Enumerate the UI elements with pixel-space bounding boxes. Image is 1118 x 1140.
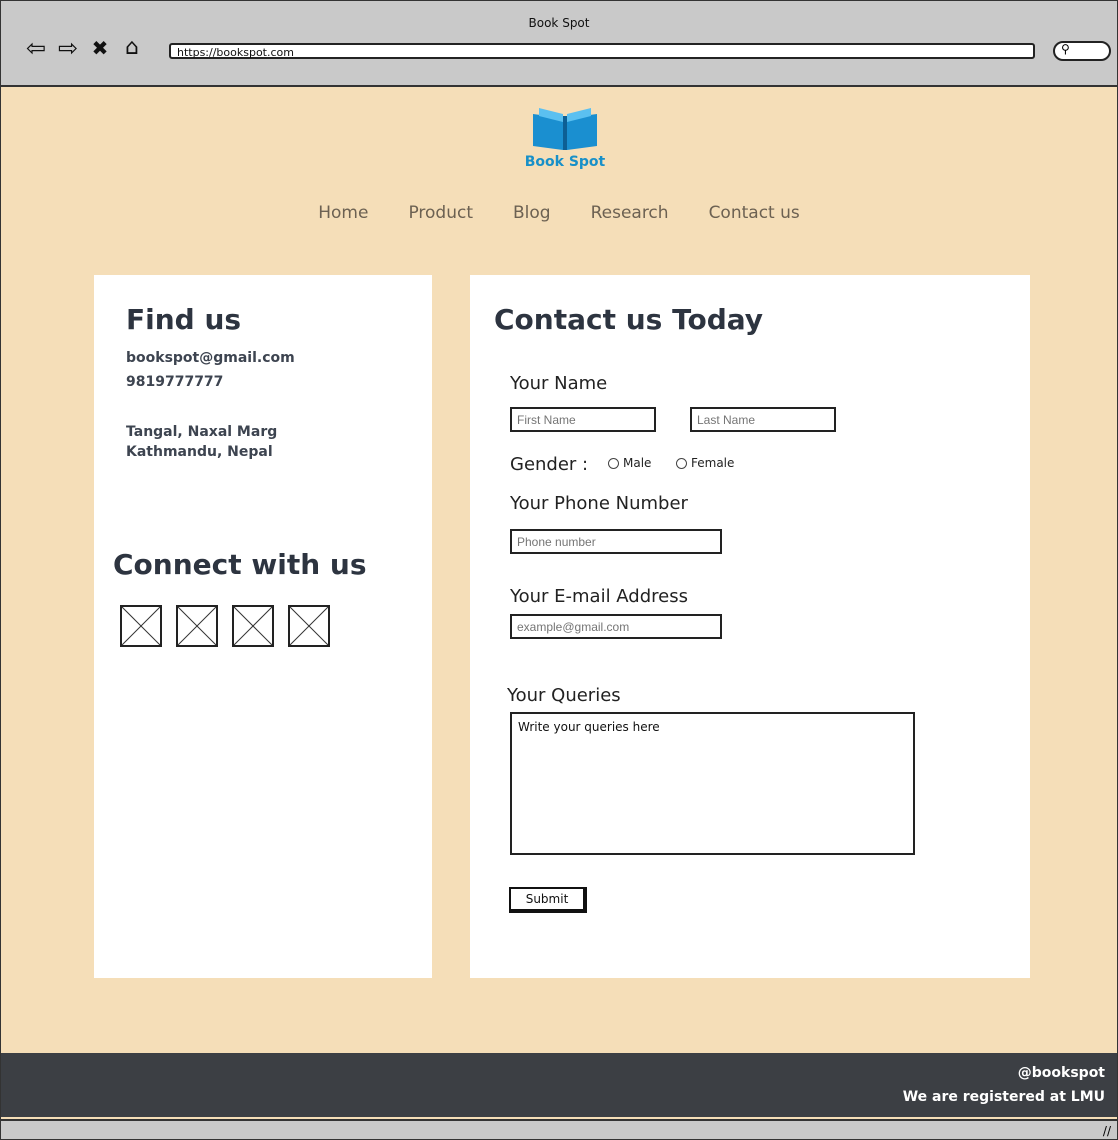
find-us-title: Find us [126,303,242,336]
nav-contact[interactable]: Contact us [709,203,800,223]
site-logo[interactable]: Book Spot [515,106,615,176]
email-input[interactable] [510,614,722,639]
nav-blog[interactable]: Blog [513,203,551,223]
browser-nav-buttons: ⇦ ⇨ ✖ ⌂ [23,35,145,61]
social-icon-4[interactable] [288,605,330,647]
book-icon [533,108,597,150]
home-icon[interactable]: ⌂ [119,35,145,61]
main-nav: Home Product Blog Research Contact us [1,203,1117,223]
social-icon-1[interactable] [120,605,162,647]
phone-label: Your Phone Number [510,493,688,514]
address-line1: Tangal, Naxal Marg [126,424,278,440]
address-line2: Kathmandu, Nepal [126,444,273,460]
last-name-input[interactable] [690,407,836,432]
email-label: Your E-mail Address [510,586,688,607]
close-icon[interactable]: ✖ [87,35,113,61]
contact-form-card: Contact us Today Your Name Gender : Male… [470,275,1030,978]
browser-window: Book Spot ⇦ ⇨ ✖ ⌂ https://bookspot.com ⚲… [0,0,1118,1140]
radio-icon[interactable] [676,457,687,469]
logo-text: Book Spot [524,154,606,170]
nav-research[interactable]: Research [591,203,669,223]
footer-note: We are registered at LMU [902,1089,1105,1105]
social-icon-2[interactable] [176,605,218,647]
female-label: Female [691,456,735,470]
nav-home[interactable]: Home [318,203,368,223]
window-title: Book Spot [528,16,590,30]
find-us-card: Find us bookspot@gmail.com 9819777777 Ta… [94,275,432,978]
contact-email: bookspot@gmail.com [126,350,295,366]
resize-grip-icon[interactable]: // [1103,1124,1111,1138]
connect-title: Connect with us [113,548,367,581]
browser-search-button[interactable]: ⚲ [1053,41,1111,61]
male-label: Male [623,456,652,470]
social-icon-3[interactable] [232,605,274,647]
gender-male-option[interactable]: Male [608,456,651,470]
name-label: Your Name [510,373,608,394]
contact-phone: 9819777777 [126,374,224,390]
first-name-input[interactable] [510,407,656,432]
back-arrow-icon[interactable]: ⇦ [23,35,49,61]
phone-input[interactable] [510,529,722,554]
gender-label: Gender : [510,454,589,475]
search-icon: ⚲ [1061,42,1070,56]
form-title: Contact us Today [494,303,764,336]
queries-textarea[interactable]: Write your queries here [510,712,915,855]
queries-label: Your Queries [507,685,621,706]
forward-arrow-icon[interactable]: ⇨ [55,35,81,61]
nav-product[interactable]: Product [408,203,473,223]
site-footer: @bookspot We are registered at LMU [1,1053,1117,1117]
radio-icon[interactable] [608,457,619,469]
browser-titlebar: Book Spot ⇦ ⇨ ✖ ⌂ https://bookspot.com ⚲ [1,1,1117,87]
gender-female-option[interactable]: Female [676,456,734,470]
url-bar[interactable]: https://bookspot.com [169,43,1035,59]
footer-handle: @bookspot [1017,1065,1105,1081]
browser-statusbar: // [1,1119,1117,1139]
submit-button[interactable]: Submit [509,887,587,913]
